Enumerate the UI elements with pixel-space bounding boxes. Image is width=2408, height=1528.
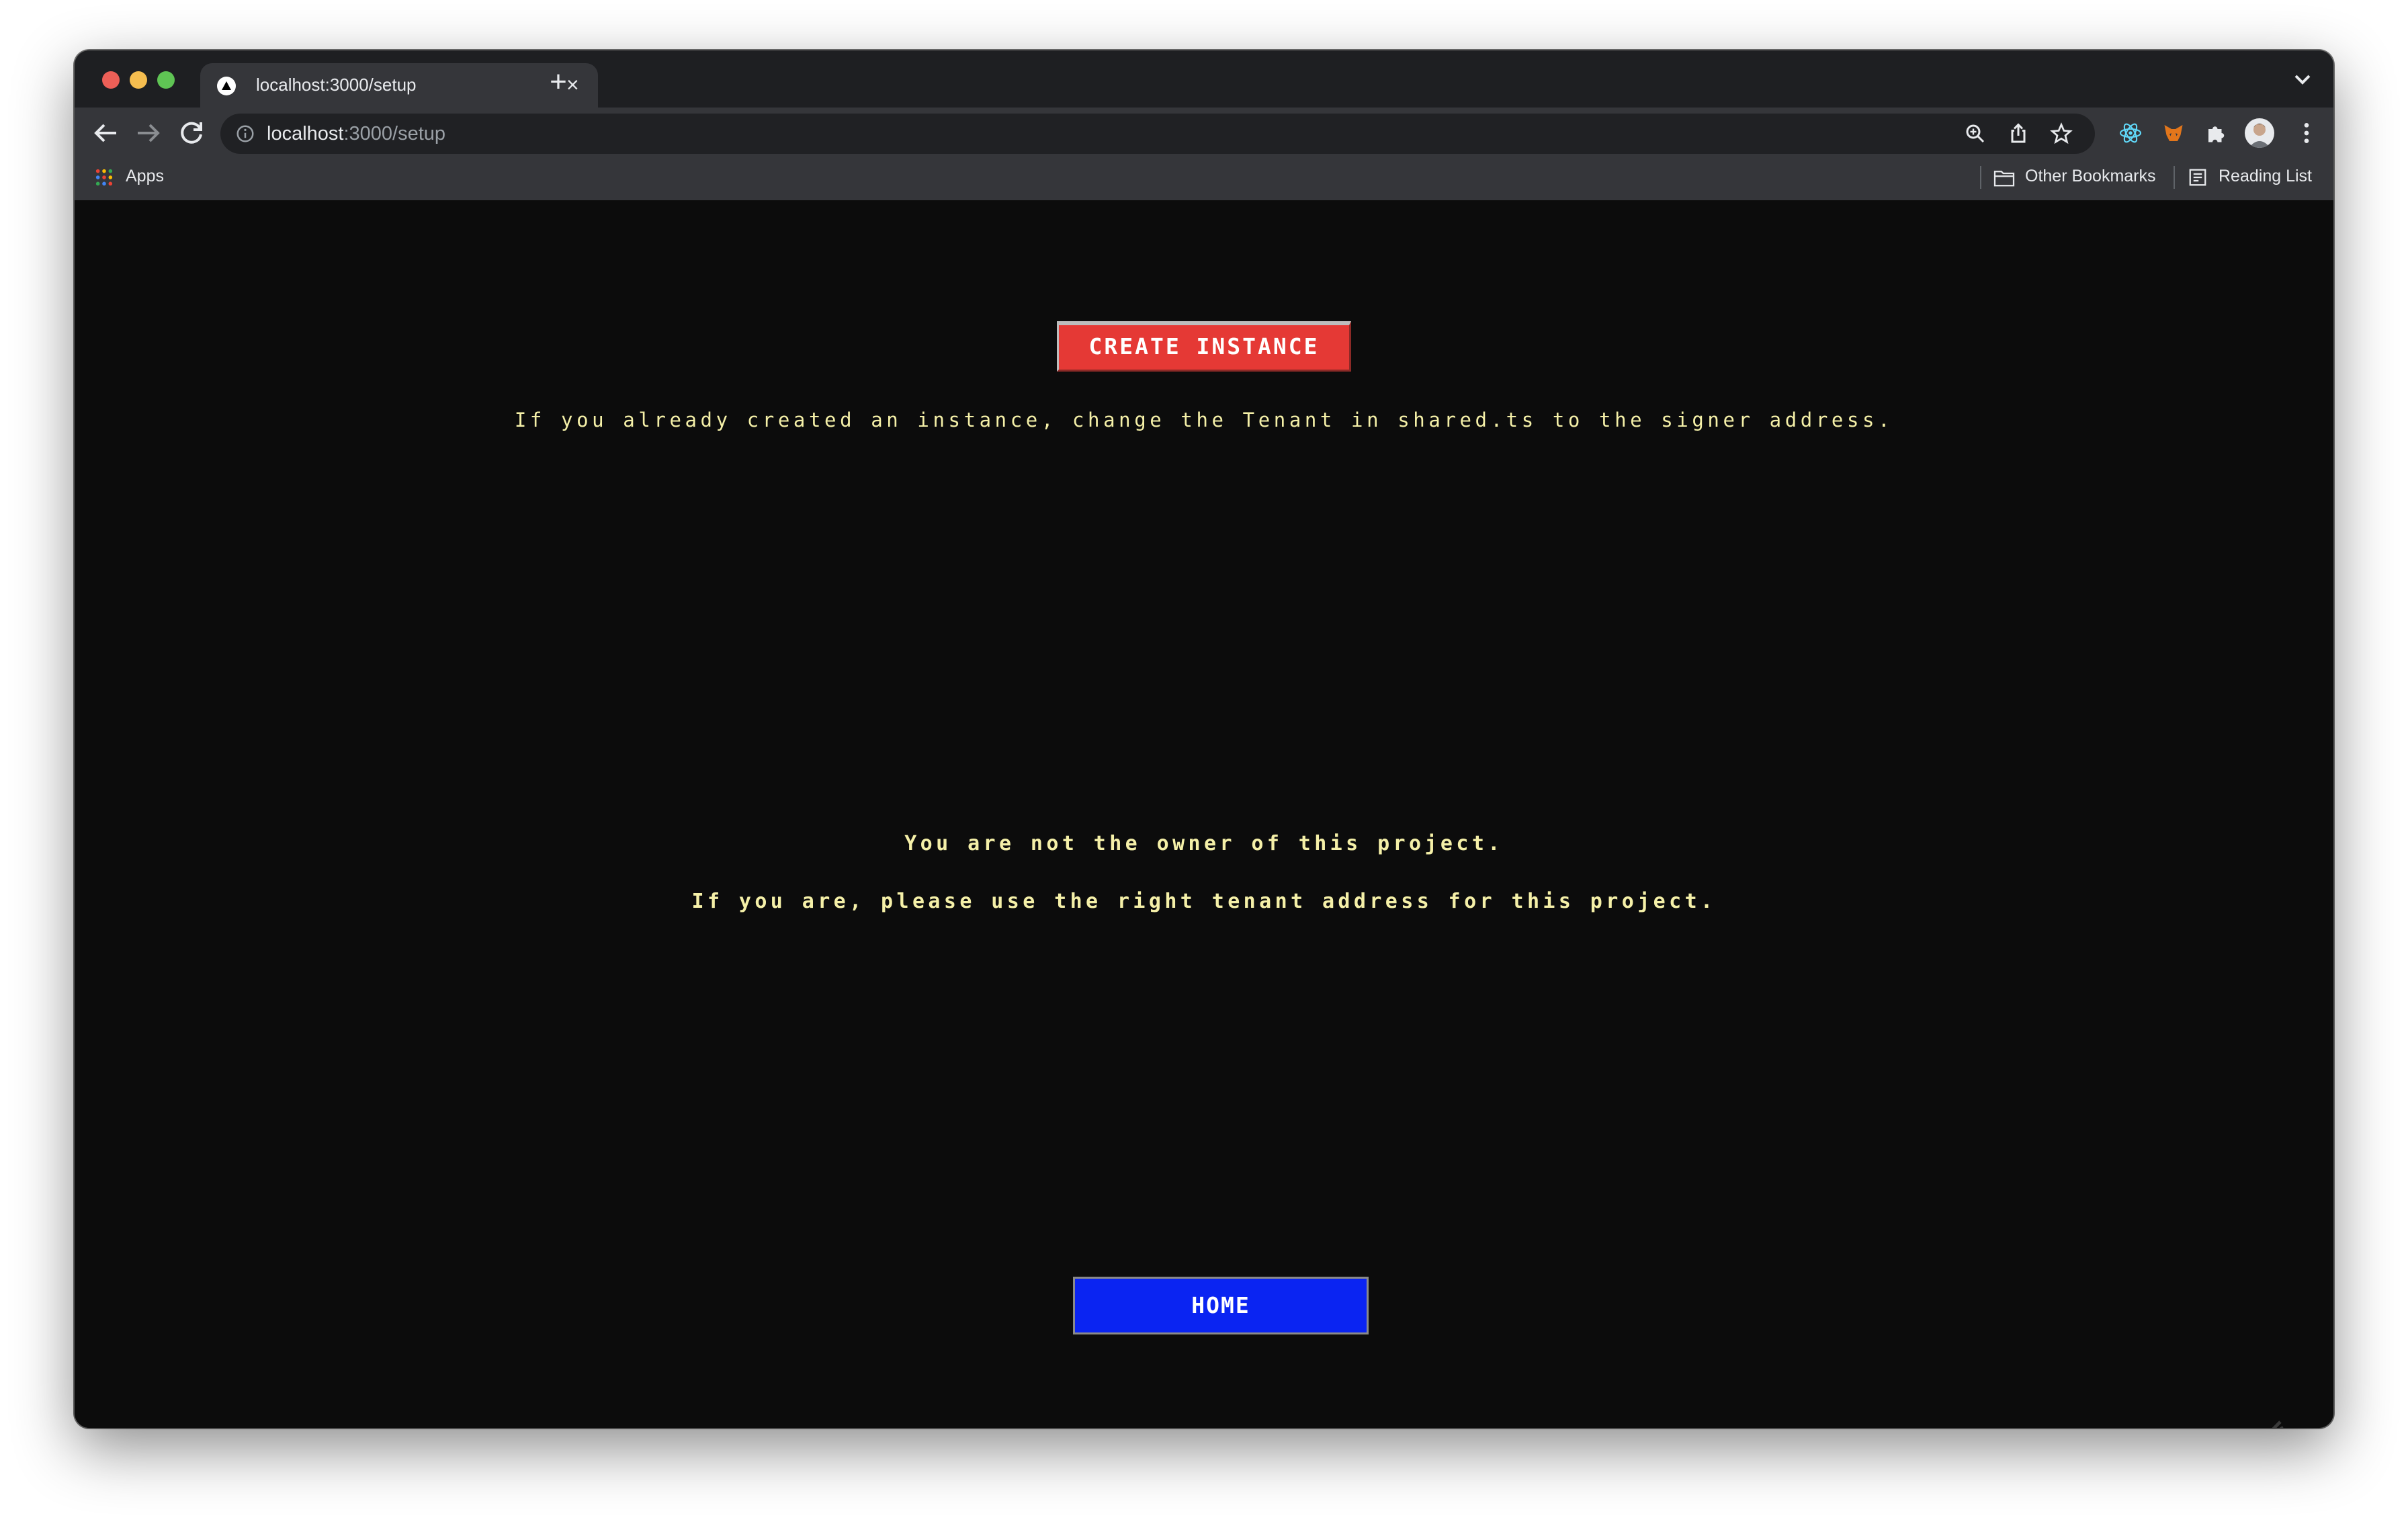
zoom-icon[interactable] <box>1963 122 1987 146</box>
window-close-button[interactable] <box>102 71 120 89</box>
window-maximize-button[interactable] <box>157 71 175 89</box>
avatar[interactable] <box>2245 118 2274 148</box>
tab-title: localhost:3000/setup <box>256 75 417 95</box>
arrow-left-icon[interactable] <box>89 117 122 149</box>
browser-tab[interactable]: localhost:3000/setup × <box>200 63 598 108</box>
window-minimize-button[interactable] <box>130 71 147 89</box>
tenant-address-message: If you are, please use the right tenant … <box>691 890 1717 913</box>
address-bar[interactable]: localhost:3000/setup <box>220 114 2095 154</box>
apps-bookmark[interactable]: Apps <box>126 167 164 186</box>
react-icon[interactable] <box>2118 121 2143 145</box>
home-button[interactable]: HOME <box>1073 1277 1369 1334</box>
not-owner-message: You are not the owner of this project. <box>904 832 1504 855</box>
bookmark-divider <box>1980 166 1981 189</box>
nextjs-favicon-icon <box>217 77 236 95</box>
page-content: CREATE INSTANCE If you already created a… <box>75 200 2333 1428</box>
star-icon[interactable] <box>2049 122 2073 146</box>
other-bookmarks[interactable]: Other Bookmarks <box>2025 167 2156 186</box>
apps-grid-icon[interactable] <box>95 168 114 187</box>
reading-list-icon[interactable] <box>2188 167 2208 187</box>
browser-window: localhost:3000/setup × + localhost:3000/… <box>75 50 2333 1428</box>
browser-toolbar: localhost:3000/setup Apps Other Bookmark… <box>75 108 2333 202</box>
info-icon[interactable] <box>235 124 255 144</box>
reload-icon[interactable] <box>175 117 208 149</box>
arrow-right-icon[interactable] <box>132 117 165 149</box>
kebab-menu-icon[interactable] <box>2293 120 2320 146</box>
bookmarks-bar: Apps Other Bookmarks Reading List <box>75 155 2333 200</box>
reading-list[interactable]: Reading List <box>2219 167 2312 186</box>
tab-strip: localhost:3000/setup × + <box>75 50 2333 108</box>
url-path: :3000/setup <box>343 123 446 144</box>
share-icon[interactable] <box>2006 122 2030 146</box>
folder-icon[interactable] <box>1993 169 2016 187</box>
profile-photo-icon <box>2249 124 2270 148</box>
bookmark-divider <box>2174 166 2175 189</box>
instance-note: If you already created an instance, chan… <box>514 409 1894 431</box>
create-instance-button[interactable]: CREATE INSTANCE <box>1057 321 1351 372</box>
chevron-down-icon[interactable] <box>2289 67 2316 93</box>
fox-icon[interactable] <box>2161 121 2186 145</box>
puzzle-icon[interactable] <box>2204 121 2229 145</box>
nextjs-indicator-icon <box>2272 1420 2284 1428</box>
url-text[interactable]: localhost:3000/setup <box>267 123 445 145</box>
url-host: localhost <box>267 123 344 144</box>
new-tab-button[interactable]: + <box>540 63 577 101</box>
